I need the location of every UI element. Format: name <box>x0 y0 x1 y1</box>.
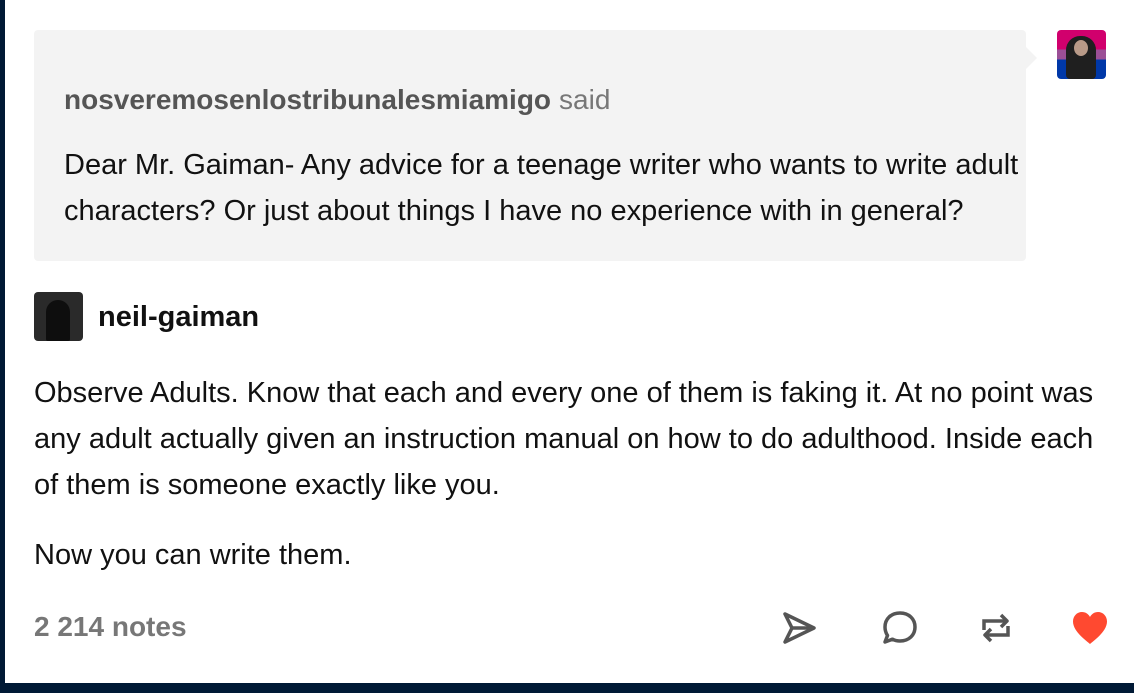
post-footer: 2 214 notes <box>34 606 1114 650</box>
ask-header: nosveremosenlostribunalesmiamigo said <box>64 84 610 116</box>
reblog-button[interactable] <box>974 606 1018 650</box>
answer-paragraph-2: Now you can write them. <box>34 539 352 571</box>
ask-bubble: nosveremosenlostribunalesmiamigo said Dea… <box>34 30 1026 261</box>
ask-bubble-tail <box>1025 46 1037 70</box>
reply-button[interactable] <box>878 606 922 650</box>
like-icon <box>1073 612 1107 644</box>
post-card: nosveremosenlostribunalesmiamigo said Dea… <box>5 0 1134 683</box>
share-icon <box>783 612 816 644</box>
answer-paragraph-1: Observe Adults. Know that each and every… <box>34 377 1094 501</box>
asker-avatar[interactable] <box>1057 30 1106 79</box>
author-avatar[interactable] <box>34 292 83 341</box>
share-button[interactable] <box>778 606 822 650</box>
like-button[interactable] <box>1068 606 1112 650</box>
said-label: said <box>559 84 611 115</box>
asker-name[interactable]: nosveremosenlostribunalesmiamigo <box>64 84 551 115</box>
author-name[interactable]: neil-gaiman <box>98 300 259 334</box>
reblog-icon <box>982 613 1010 643</box>
avatar-figure <box>46 300 70 341</box>
reply-icon <box>883 611 917 644</box>
ask-question: Dear Mr. Gaiman- Any advice for a teenag… <box>64 149 1019 227</box>
notes-count[interactable]: 2 214 notes <box>34 610 187 644</box>
avatar-face <box>1074 40 1088 56</box>
